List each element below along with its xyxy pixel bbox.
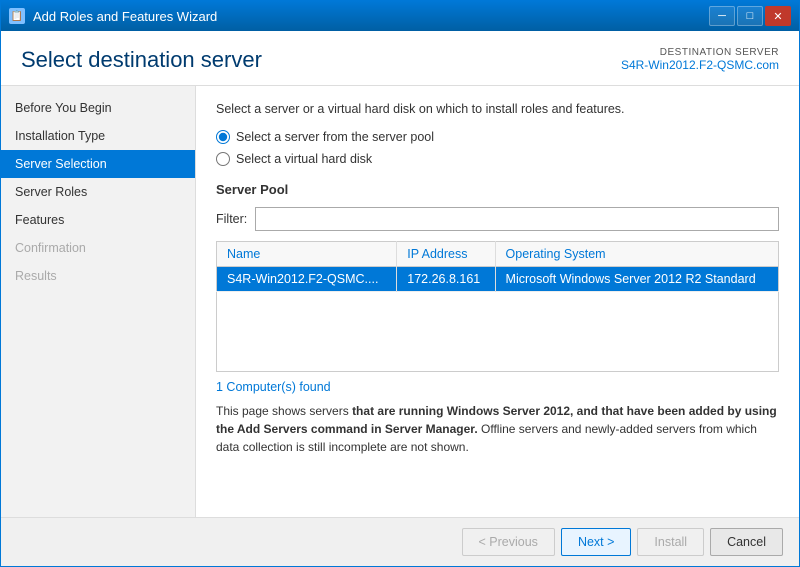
server-table: Name IP Address Operating System S4R-Win… (216, 241, 779, 372)
content-area: Select destination server DESTINATION SE… (1, 31, 799, 566)
restore-button[interactable]: □ (737, 6, 763, 26)
radio-server-pool-label: Select a server from the server pool (236, 130, 434, 144)
cell-server-ip: 172.26.8.161 (397, 267, 495, 292)
server-pool-section: Server Pool Filter: Name IP Address Oper… (216, 182, 779, 456)
server-pool-title: Server Pool (216, 182, 779, 197)
sidebar-item-results: Results (1, 262, 195, 290)
radio-vhd-label: Select a virtual hard disk (236, 152, 372, 166)
header-section: Select destination server DESTINATION SE… (1, 31, 799, 86)
table-header-row: Name IP Address Operating System (217, 242, 779, 267)
table-row[interactable]: S4R-Win2012.F2-QSMC.... 172.26.8.161 Mic… (217, 267, 779, 292)
radio-vhd[interactable] (216, 152, 230, 166)
close-button[interactable]: ✕ (765, 6, 791, 26)
col-header-ip: IP Address (397, 242, 495, 267)
main-section: Before You Begin Installation Type Serve… (1, 86, 799, 517)
sidebar-item-installation-type[interactable]: Installation Type (1, 122, 195, 150)
destination-name: S4R-Win2012.F2-QSMC.com (621, 58, 779, 72)
sidebar-item-before-you-begin[interactable]: Before You Begin (1, 94, 195, 122)
col-header-name: Name (217, 242, 397, 267)
info-text: This page shows servers that are running… (216, 402, 779, 456)
computers-found: 1 Computer(s) found (216, 380, 779, 394)
title-bar: 📋 Add Roles and Features Wizard ─ □ ✕ (1, 1, 799, 31)
sidebar: Before You Begin Installation Type Serve… (1, 86, 196, 517)
install-button[interactable]: Install (637, 528, 704, 556)
filter-row: Filter: (216, 207, 779, 231)
window-icon: 📋 (9, 8, 25, 24)
cell-server-os: Microsoft Windows Server 2012 R2 Standar… (495, 267, 778, 292)
cancel-button[interactable]: Cancel (710, 528, 783, 556)
footer: < Previous Next > Install Cancel (1, 517, 799, 566)
window-title: Add Roles and Features Wizard (33, 9, 217, 24)
title-bar-left: 📋 Add Roles and Features Wizard (9, 8, 217, 24)
sidebar-item-features[interactable]: Features (1, 206, 195, 234)
col-header-os: Operating System (495, 242, 778, 267)
sidebar-item-server-roles[interactable]: Server Roles (1, 178, 195, 206)
filter-input[interactable] (255, 207, 779, 231)
next-button[interactable]: Next > (561, 528, 631, 556)
filter-label: Filter: (216, 212, 247, 226)
instruction-text: Select a server or a virtual hard disk o… (216, 102, 779, 116)
page-title: Select destination server (21, 47, 262, 73)
destination-label: DESTINATION SERVER (621, 47, 779, 58)
radio-option-server-pool[interactable]: Select a server from the server pool (216, 130, 779, 144)
radio-group: Select a server from the server pool Sel… (216, 130, 779, 166)
title-bar-buttons: ─ □ ✕ (709, 6, 791, 26)
wizard-window: 📋 Add Roles and Features Wizard ─ □ ✕ Se… (0, 0, 800, 567)
sidebar-item-confirmation: Confirmation (1, 234, 195, 262)
sidebar-item-server-selection[interactable]: Server Selection (1, 150, 195, 178)
previous-button[interactable]: < Previous (462, 528, 555, 556)
right-panel: Select a server or a virtual hard disk o… (196, 86, 799, 517)
cell-server-name: S4R-Win2012.F2-QSMC.... (217, 267, 397, 292)
radio-server-pool[interactable] (216, 130, 230, 144)
radio-option-vhd[interactable]: Select a virtual hard disk (216, 152, 779, 166)
destination-server-info: DESTINATION SERVER S4R-Win2012.F2-QSMC.c… (621, 47, 779, 72)
minimize-button[interactable]: ─ (709, 6, 735, 26)
empty-table-row (217, 292, 779, 372)
